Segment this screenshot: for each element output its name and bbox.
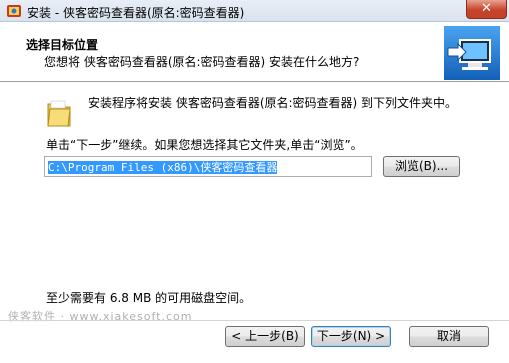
wizard-footer: 侠客软件 · www.xiakesoft.com < 上一步(B) 下一步(N)…: [0, 305, 509, 363]
footer-divider: [0, 320, 509, 321]
close-icon: ✕: [481, 1, 492, 16]
window-title: 安装 - 侠客密码查看器(原名:密码查看器): [27, 6, 245, 20]
page-title: 选择目标位置: [26, 38, 99, 52]
install-location-text: 安装程序将安装 侠客密码查看器(原名:密码查看器) 到下列文件夹中。: [88, 96, 458, 110]
close-button[interactable]: ✕: [466, 0, 507, 19]
cancel-button[interactable]: 取消: [409, 326, 489, 347]
wizard-header: 选择目标位置 您想将 侠客密码查看器(原名:密码查看器) 安装在什么地方?: [0, 22, 509, 82]
title-bar: 安装 - 侠客密码查看器(原名:密码查看器) ✕: [0, 0, 509, 22]
wizard-body: 安装程序将安装 侠客密码查看器(原名:密码查看器) 到下列文件夹中。 单击“下一…: [0, 84, 509, 324]
next-button[interactable]: 下一步(N) >: [311, 326, 391, 347]
back-button[interactable]: < 上一步(B): [225, 326, 305, 347]
page-subtitle: 您想将 侠客密码查看器(原名:密码查看器) 安装在什么地方?: [44, 55, 360, 69]
computer-install-icon: [444, 26, 500, 80]
install-path-value: C:\Program Files (x86)\侠客密码查看器: [48, 161, 278, 174]
folder-icon: [47, 100, 71, 127]
install-path-field[interactable]: C:\Program Files (x86)\侠客密码查看器: [44, 156, 372, 177]
watermark-text: 侠客软件 · www.xiakesoft.com: [8, 310, 193, 323]
disk-space-requirement: 至少需要有 6.8 MB 的可用磁盘空间。: [46, 291, 252, 305]
browse-button[interactable]: 浏览(B)...: [383, 156, 460, 177]
installer-app-icon: [7, 5, 21, 17]
instruction-text: 单击“下一步”继续。如果您想选择其它文件夹,单击“浏览”。: [46, 138, 363, 152]
